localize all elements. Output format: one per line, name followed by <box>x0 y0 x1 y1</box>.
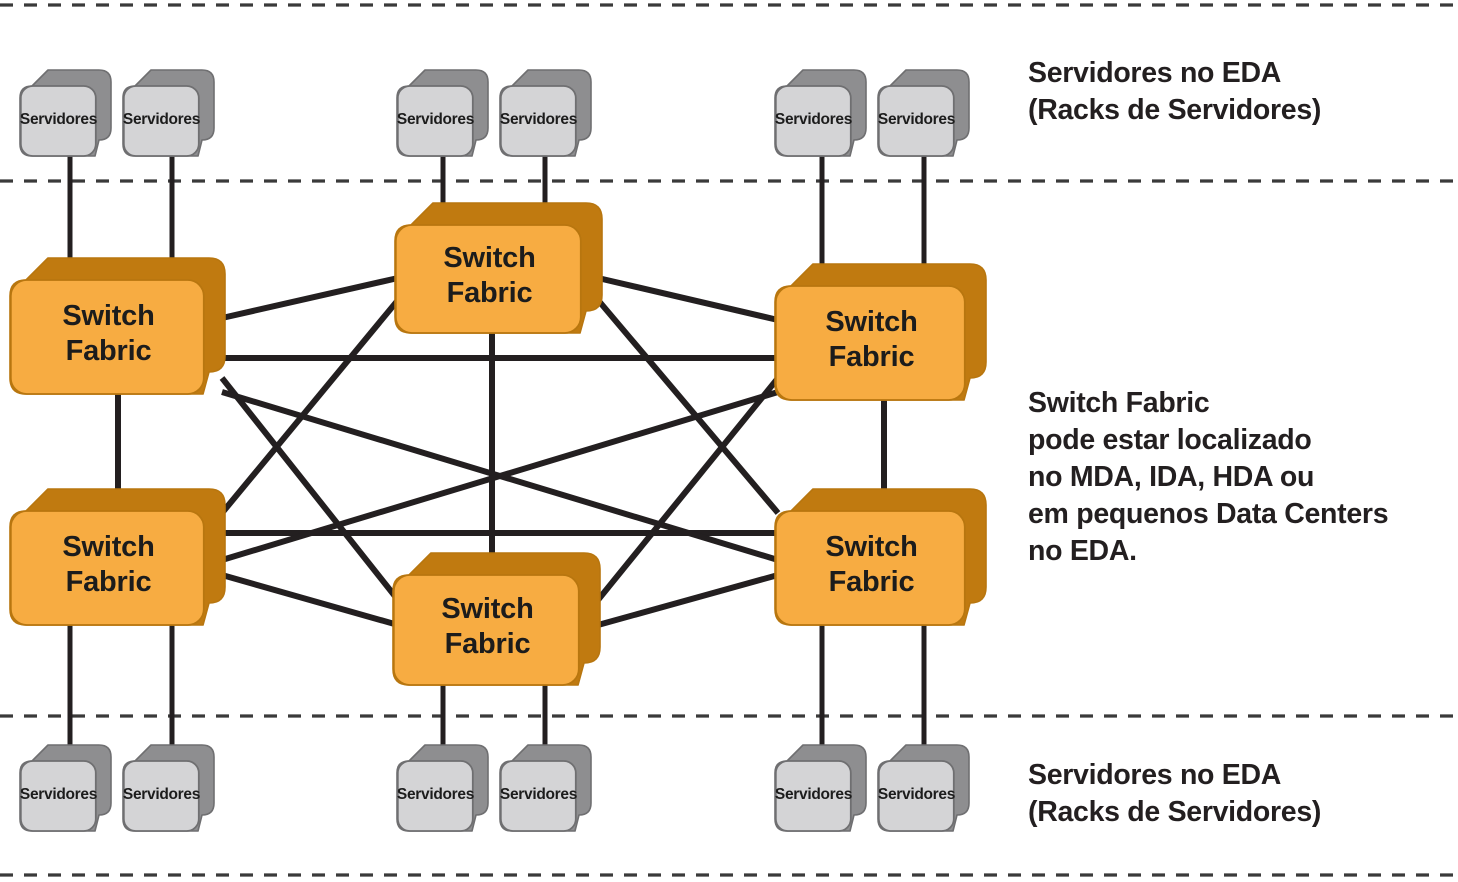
annotation-servers-bottom: Servidores no EDA (Racks de Servidores) <box>1028 757 1321 831</box>
mesh-link-cb-rb <box>597 572 779 628</box>
servers-top-center-2[interactable]: Servidores <box>499 69 592 157</box>
annotation-servers-top-line-1: Servidores no EDA <box>1028 57 1282 89</box>
servers-bottom-right-2-shape <box>877 744 970 832</box>
annotation-switch-fabric-line-4: em pequenos Data Centers <box>1028 498 1389 531</box>
switch-fabric-right-bottom[interactable]: Switch Fabric <box>774 488 987 626</box>
servers-top-center-2-face <box>499 85 577 157</box>
servers-bottom-center-1[interactable]: Servidores <box>396 744 489 832</box>
servers-top-left-2-shape <box>122 69 215 157</box>
servers-top-left-1-face <box>19 85 97 157</box>
switch-fabric-center-top-face <box>394 224 582 334</box>
switch-fabric-right-top-face <box>774 285 966 401</box>
servers-bottom-left-1[interactable]: Servidores <box>19 744 112 832</box>
switch-fabric-center-bottom[interactable]: Switch Fabric <box>392 552 601 686</box>
switch-fabric-center-bottom-shape <box>392 552 601 686</box>
switch-fabric-right-bottom-face <box>774 510 966 626</box>
servers-top-right-1[interactable]: Servidores <box>774 69 867 157</box>
servers-top-center-1-shape <box>396 69 489 157</box>
switch-fabric-right-top[interactable]: Switch Fabric <box>774 263 987 401</box>
network-diagram-canvas: Servidores Servidores Servidores Servidores… <box>0 0 1458 882</box>
annotation-switch-fabric-line-3: no MDA, IDA, HDA ou <box>1028 461 1315 494</box>
servers-bottom-left-2-shape <box>122 744 215 832</box>
servers-bottom-right-2[interactable]: Servidores <box>877 744 970 832</box>
mesh-link-cb-rt <box>595 376 781 602</box>
servers-bottom-right-1-shape <box>774 744 867 832</box>
switch-fabric-center-bottom-face <box>392 574 580 686</box>
annotation-switch-fabric-line-2: pode estar localizado <box>1028 424 1312 457</box>
servers-bottom-left-1-face <box>19 760 97 832</box>
servers-bottom-center-2-shape <box>499 744 592 832</box>
servers-bottom-center-1-shape <box>396 744 489 832</box>
servers-top-right-1-face <box>774 85 852 157</box>
servers-top-right-2-shape <box>877 69 970 157</box>
servers-bottom-left-2[interactable]: Servidores <box>122 744 215 832</box>
annotation-servers-top: Servidores no EDA (Racks de Servidores) <box>1028 55 1321 129</box>
servers-top-left-2[interactable]: Servidores <box>122 69 215 157</box>
servers-bottom-center-1-face <box>396 760 474 832</box>
servers-top-left-1-shape <box>19 69 112 157</box>
mesh-link-lt-ct <box>221 275 399 321</box>
annotation-servers-bottom-line-2: (Racks de Servidores) <box>1028 796 1322 829</box>
switch-fabric-right-top-shape <box>774 263 987 401</box>
servers-top-left-1[interactable]: Servidores <box>19 69 112 157</box>
switch-fabric-left-bottom[interactable]: Switch Fabric <box>9 488 226 626</box>
switch-fabric-left-bottom-shape <box>9 488 226 626</box>
servers-bottom-center-2[interactable]: Servidores <box>499 744 592 832</box>
servers-bottom-right-2-face <box>877 760 955 832</box>
switch-fabric-left-bottom-face <box>9 510 205 626</box>
annotation-servers-bottom-line-1: Servidores no EDA <box>1028 759 1282 791</box>
servers-bottom-right-1-face <box>774 760 852 832</box>
servers-bottom-center-2-face <box>499 760 577 832</box>
servers-bottom-left-1-shape <box>19 744 112 832</box>
switch-fabric-left-top-face <box>9 279 205 395</box>
servers-top-right-2-face <box>877 85 955 157</box>
mesh-link-lt-cb <box>219 376 401 602</box>
annotation-switch-fabric-line-1: Switch Fabric <box>1028 387 1210 419</box>
mesh-link-ct-rt <box>597 275 779 323</box>
servers-top-left-2-face <box>122 85 200 157</box>
servers-top-center-2-shape <box>499 69 592 157</box>
servers-bottom-right-1[interactable]: Servidores <box>774 744 867 832</box>
servers-top-right-2[interactable]: Servidores <box>877 69 970 157</box>
switch-fabric-left-top-shape <box>9 257 226 395</box>
mesh-link-ct-rb <box>595 298 781 515</box>
annotation-switch-fabric-line-5: no EDA. <box>1028 535 1137 568</box>
servers-bottom-left-2-face <box>122 760 200 832</box>
servers-top-center-1-face <box>396 85 474 157</box>
switch-fabric-right-bottom-shape <box>774 488 987 626</box>
servers-top-center-1[interactable]: Servidores <box>396 69 489 157</box>
annotation-switch-fabric: Switch Fabric pode estar localizado no MDA… <box>1028 385 1389 570</box>
switch-fabric-center-top[interactable]: Switch Fabric <box>394 202 603 334</box>
switch-fabric-center-top-shape <box>394 202 603 334</box>
servers-top-right-1-shape <box>774 69 867 157</box>
mesh-link-lb-cb <box>221 572 399 628</box>
switch-fabric-left-top[interactable]: Switch Fabric <box>9 257 226 395</box>
annotation-servers-top-line-2: (Racks de Servidores) <box>1028 94 1322 127</box>
